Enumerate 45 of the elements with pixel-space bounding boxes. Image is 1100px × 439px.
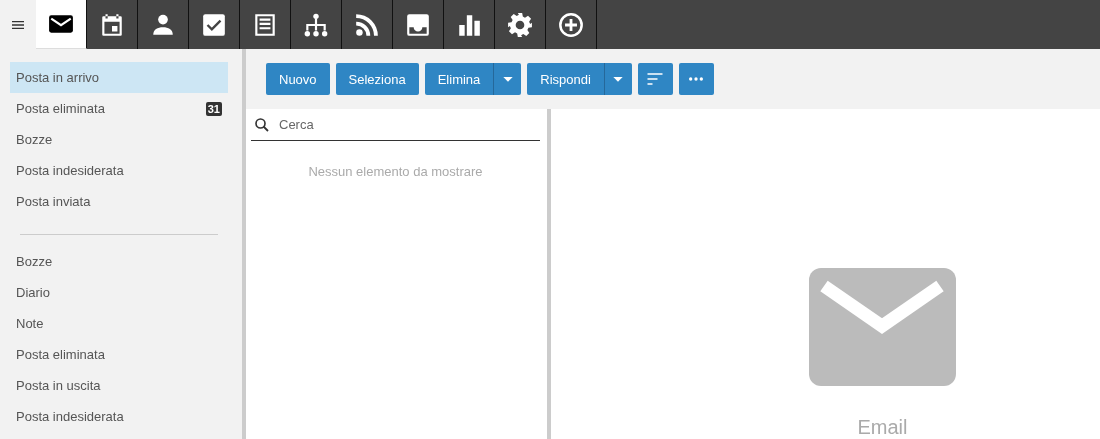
rss-icon	[354, 11, 380, 38]
more-icon	[689, 77, 704, 81]
folder-item[interactable]: Diario	[10, 277, 228, 308]
reading-pane-label: Email	[857, 416, 908, 439]
search-field[interactable]: Cerca	[277, 116, 540, 133]
folder-item[interactable]: Bozze	[10, 124, 228, 155]
folder-label: Bozze	[16, 132, 53, 147]
toolbar-button[interactable]: Nuovo	[266, 63, 330, 95]
envelope-icon	[809, 268, 956, 386]
folder-item[interactable]: Posta indesiderata	[10, 155, 228, 186]
folder-label: Posta indesiderata	[16, 163, 124, 178]
toolbar-button[interactable]: Seleziona	[335, 63, 419, 95]
folder-item[interactable]: Bozze	[10, 246, 228, 277]
folder-label: Posta inviata	[16, 194, 91, 209]
calendar-icon	[99, 11, 125, 38]
dropdown-button[interactable]	[603, 63, 632, 95]
toolbar-button[interactable]: Rispondi	[527, 63, 604, 95]
folder-label: Posta eliminata	[16, 101, 105, 116]
menu-button[interactable]	[0, 0, 36, 49]
gear-icon	[507, 11, 533, 38]
folder-label: Bozze	[16, 254, 53, 269]
checkbox-icon	[201, 11, 227, 38]
folder-item[interactable]: Posta eliminata 31	[10, 93, 228, 124]
hierarchy-icon	[303, 11, 329, 38]
folder-label: Posta in arrivo	[16, 70, 100, 85]
folder-label: Posta eliminata	[16, 347, 105, 362]
sort-button[interactable]	[637, 63, 673, 95]
document-icon	[252, 11, 278, 38]
toolbar-button[interactable]: Elimina	[424, 63, 494, 95]
folder-item[interactable]: Posta in uscita	[10, 370, 228, 401]
folder-item[interactable]: Posta indesiderata	[10, 401, 228, 432]
folder-label: Diario	[16, 285, 50, 300]
folder-item[interactable]: Posta inviata	[10, 186, 228, 217]
folder-label: Posta in uscita	[16, 378, 101, 393]
more-button[interactable]	[678, 63, 714, 95]
folder-item[interactable]: Posta eliminata	[10, 339, 228, 370]
nav-tab[interactable]	[36, 0, 87, 49]
folder-item[interactable]: Posta in arrivo	[10, 62, 228, 93]
folder-label: Posta indesiderata	[16, 409, 124, 424]
empty-message: Nessun elemento da mostrare	[307, 164, 484, 179]
folder-item[interactable]: Note	[10, 308, 228, 339]
count-badge: 31	[205, 101, 222, 116]
search-icon	[253, 115, 271, 134]
folder-label: Note	[16, 316, 44, 331]
dropdown-button[interactable]	[493, 63, 522, 95]
